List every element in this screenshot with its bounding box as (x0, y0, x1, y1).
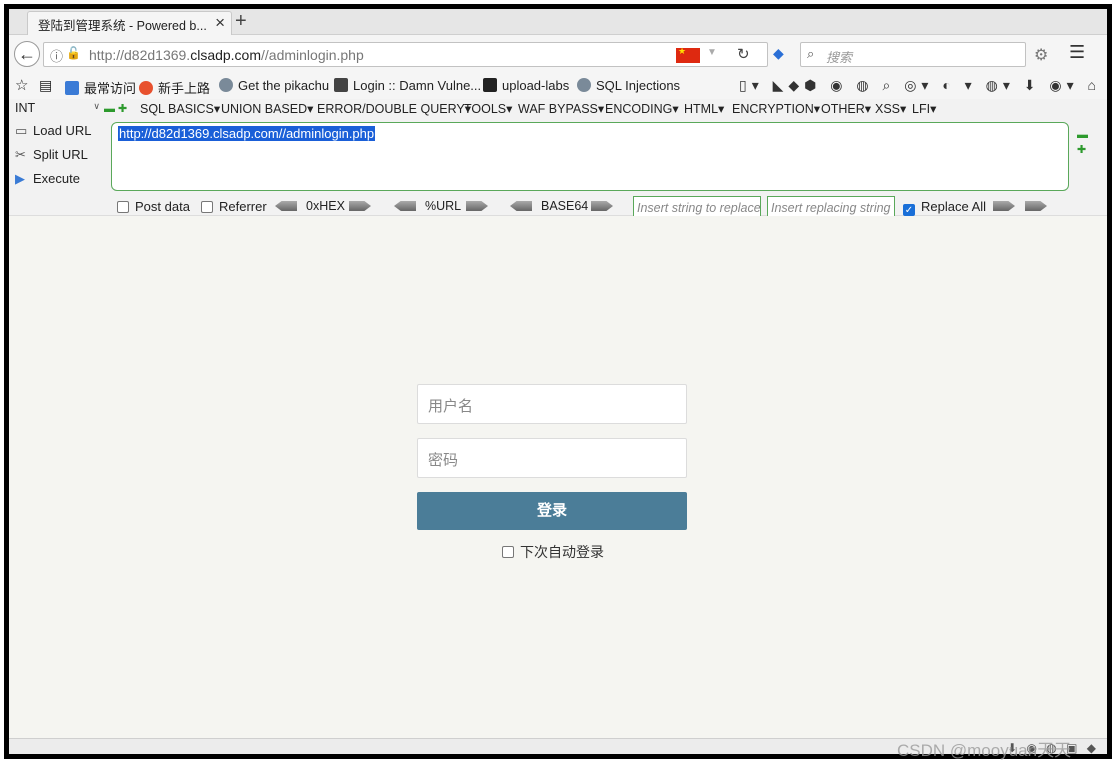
china-flag-icon[interactable]: ★ (676, 46, 700, 63)
referrer-checkbox[interactable]: Referrer (201, 199, 267, 214)
menu-encoding[interactable]: ENCODING▾ (605, 101, 679, 116)
menu-union-based[interactable]: UNION BASED▾ (221, 101, 313, 116)
search-bar[interactable]: ⌕ 搜索 (800, 42, 1026, 67)
bookmark-item-5[interactable]: SQL Injections (577, 78, 680, 93)
urlencode-label: %URL (425, 199, 462, 213)
remember-me[interactable]: 下次自动登录 (502, 542, 604, 562)
hex-label: 0xHEX (306, 199, 345, 213)
new-tab-icon[interactable]: + (235, 10, 247, 33)
scissors-icon: ✂ (15, 147, 26, 162)
hamburger-menu-icon[interactable]: ☰ (1069, 42, 1085, 63)
right-arrow-icon[interactable] (349, 201, 371, 211)
left-arrow-icon[interactable] (394, 201, 416, 211)
bookmark-item-4[interactable]: upload-labs (483, 78, 569, 93)
info-icon[interactable]: ⓘ (50, 46, 63, 65)
extension-icons[interactable]: ▯▾ ◣◆⬢ ◉ ◍ ⌕ ◎▾ ◐ ▾ ◍▾ ⬇ ◉▾ ⌂ JS (739, 77, 1107, 94)
menu-sql-basics[interactable]: SQL BASICS▾ (140, 101, 220, 116)
left-arrow-icon[interactable] (275, 201, 297, 211)
hackbar-panel: INT ∨ ▬ ✚ SQL BASICS▾ UNION BASED▾ ERROR/… (9, 99, 1107, 220)
load-url-button[interactable]: ▭ Load URL (15, 123, 92, 139)
right-arrow-icon[interactable] (466, 201, 488, 211)
menu-error-double-query[interactable]: ERROR/DOUBLE QUERY▾ (317, 101, 471, 116)
post-data-checkbox[interactable]: Post data (117, 199, 190, 214)
plus-icon[interactable]: ✚ (1077, 143, 1086, 156)
page-content: 用户名 密码 登录 下次自动登录 (9, 216, 1107, 738)
search-icon: ⌕ (807, 46, 815, 61)
chevron-down-icon[interactable]: ▼ (707, 47, 717, 58)
star-icon[interactable]: ☆ (15, 76, 28, 94)
right-arrow-icon[interactable] (993, 201, 1015, 211)
close-icon[interactable]: × (215, 13, 225, 33)
remember-checkbox[interactable] (502, 546, 514, 558)
bookmark-item-1[interactable]: 新手上路 (139, 78, 210, 97)
base64-label: BASE64 (541, 199, 589, 213)
minus-plus-icon[interactable]: ▬ ✚ (104, 102, 127, 115)
back-arrow-icon[interactable]: ← (14, 41, 40, 67)
pocket-icon[interactable]: ◆ (773, 45, 787, 61)
library-icon[interactable]: ▤ (39, 77, 52, 94)
minus-icon[interactable]: ▬ (1077, 129, 1088, 141)
bookmark-item-0[interactable]: 最常访问 (65, 78, 136, 97)
gear-icon[interactable]: ⚙ (1034, 45, 1048, 65)
dvwa-icon (334, 78, 348, 92)
address-text[interactable]: http://d82d1369.clsadp.com//adminlogin.p… (89, 47, 364, 63)
username-input[interactable]: 用户名 (417, 384, 687, 424)
execute-button[interactable]: ▶ Execute (15, 171, 80, 187)
tab-title: 登陆到管理系统 - Powered b... (38, 19, 207, 33)
hackbar-url-textarea[interactable]: http://d82d1369.clsadp.com//adminlogin.p… (111, 122, 1069, 191)
firefox-icon (139, 81, 153, 95)
tab-active[interactable]: 登陆到管理系统 - Powered b... × (27, 11, 232, 35)
globe-icon (219, 78, 233, 92)
watermark: CSDN @mooyuan天天 (897, 741, 1072, 760)
type-select[interactable]: INT ∨ (15, 101, 100, 115)
password-input[interactable]: 密码 (417, 438, 687, 478)
menu-lfi[interactable]: LFI▾ (912, 101, 936, 116)
search-placeholder: 搜索 (826, 50, 853, 65)
left-arrow-icon[interactable] (510, 201, 532, 211)
play-icon: ▶ (15, 171, 25, 186)
menu-html[interactable]: HTML▾ (684, 101, 724, 116)
insecure-lock-icon[interactable]: 🔓 (66, 46, 81, 60)
browser-window: 登陆到管理系统 - Powered b... × + ← ⓘ 🔓 http://… (4, 4, 1112, 759)
reload-icon[interactable]: ↻ (737, 45, 750, 63)
login-button[interactable]: 登录 (417, 492, 687, 530)
right-arrow-icon[interactable] (1025, 201, 1047, 211)
menu-encryption[interactable]: ENCRYPTION▾ (732, 101, 820, 116)
bookmark-icon (65, 81, 79, 95)
tab-bar: 登陆到管理系统 - Powered b... × + (9, 9, 1107, 35)
bookmarks-toolbar: ☆ ▤ 最常访问 新手上路 Get the pikachu Login :: D… (9, 73, 1107, 99)
navigation-bar: ← ⓘ 🔓 http://d82d1369.clsadp.com//adminl… (9, 35, 1107, 73)
load-icon: ▭ (15, 123, 28, 138)
globe-icon (577, 78, 591, 92)
hackbar-url-text[interactable]: http://d82d1369.clsadp.com//adminlogin.p… (118, 126, 376, 141)
menu-waf-bypass[interactable]: WAF BYPASS▾ (518, 101, 604, 116)
bookmark-item-3[interactable]: Login :: Damn Vulne... (334, 78, 481, 93)
right-arrow-icon[interactable] (591, 201, 613, 211)
menu-other[interactable]: OTHER▾ (821, 101, 871, 116)
chevron-down-icon: ∨ (93, 101, 100, 111)
replace-all-checkbox[interactable]: ✓ Replace All (903, 199, 986, 216)
address-bar[interactable]: ⓘ 🔓 http://d82d1369.clsadp.com//adminlog… (43, 42, 768, 67)
folder-icon (483, 78, 497, 92)
split-url-button[interactable]: ✂ Split URL (15, 147, 88, 163)
menu-tools[interactable]: TOOLS▾ (464, 101, 512, 116)
bookmark-item-2[interactable]: Get the pikachu (219, 78, 329, 93)
menu-xss[interactable]: XSS▾ (875, 101, 906, 116)
